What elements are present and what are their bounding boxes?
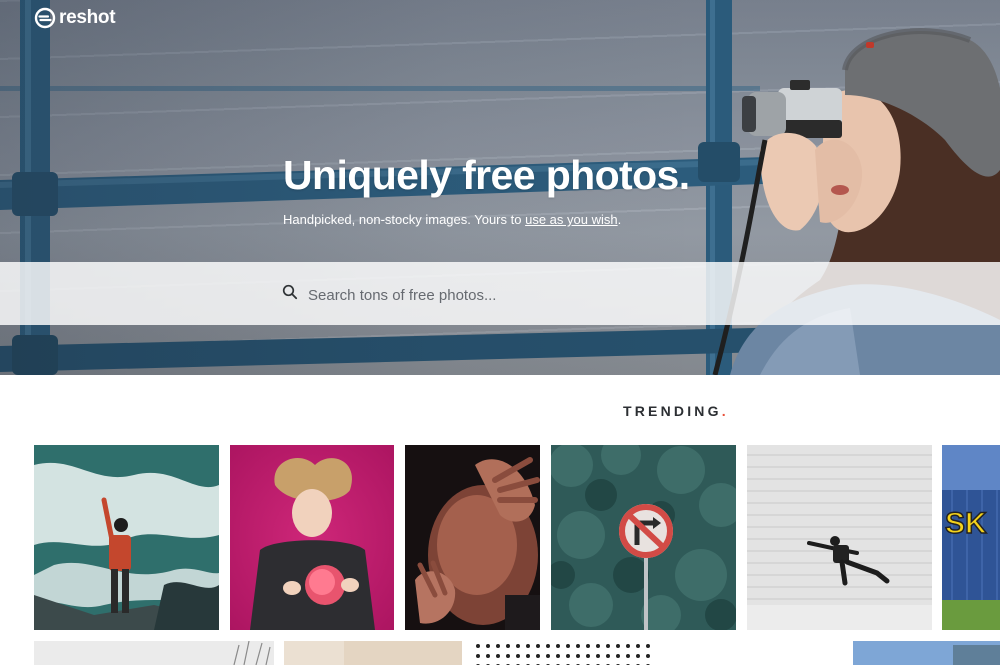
photo-blue-building: SK (942, 445, 1000, 630)
reshot-logo[interactable]: reshot (34, 7, 116, 29)
trending-heading: TRENDING. (623, 403, 726, 419)
search-icon (282, 284, 298, 300)
photo-tile-girl-on-pink[interactable] (230, 445, 394, 630)
photo-tile-road-sign[interactable] (551, 445, 736, 630)
photo-tile-blue-building[interactable]: SK (942, 445, 1000, 630)
svg-text:SK: SK (945, 507, 987, 540)
hero-banner: reshot Uniquely free photos. Handpicked,… (0, 0, 1000, 375)
photo-tile-man-face-hands[interactable] (405, 445, 540, 630)
photo-tile-row2-4[interactable] (853, 641, 1000, 665)
photo-man-jumping-wall (747, 445, 932, 630)
photo-tile-row2-1[interactable] (34, 641, 274, 665)
reshot-logo-icon (34, 7, 56, 29)
photo-row2-texture (284, 641, 462, 665)
use-as-you-wish-link[interactable]: use as you wish (525, 212, 618, 227)
photo-road-sign-trees (551, 445, 736, 630)
photo-man-face-hands (405, 445, 540, 630)
hero-subtitle-end: . (617, 212, 622, 227)
photo-row2-dots (473, 641, 653, 665)
photo-girl-on-pink (230, 445, 394, 630)
trending-dot: . (721, 403, 726, 419)
brand-name: reshot (59, 7, 116, 28)
hero-title: Uniquely free photos. (283, 152, 690, 198)
photo-row2-trees (34, 641, 274, 665)
search-input[interactable] (306, 281, 870, 309)
trending-label: TRENDING (623, 403, 722, 419)
photo-tile-man-jumping[interactable] (747, 445, 932, 630)
hero-subtitle-text: Handpicked, non-stocky images. Yours to (283, 212, 526, 227)
hero-subtitle: Handpicked, non-stocky images. Yours to … (283, 212, 621, 227)
photo-tile-man-on-rocks[interactable] (34, 445, 219, 630)
photo-row2-sky (853, 641, 1000, 665)
photo-man-on-rocks (34, 445, 219, 630)
photo-tile-row2-3[interactable] (473, 641, 653, 665)
photo-tile-row2-2[interactable] (284, 641, 462, 665)
